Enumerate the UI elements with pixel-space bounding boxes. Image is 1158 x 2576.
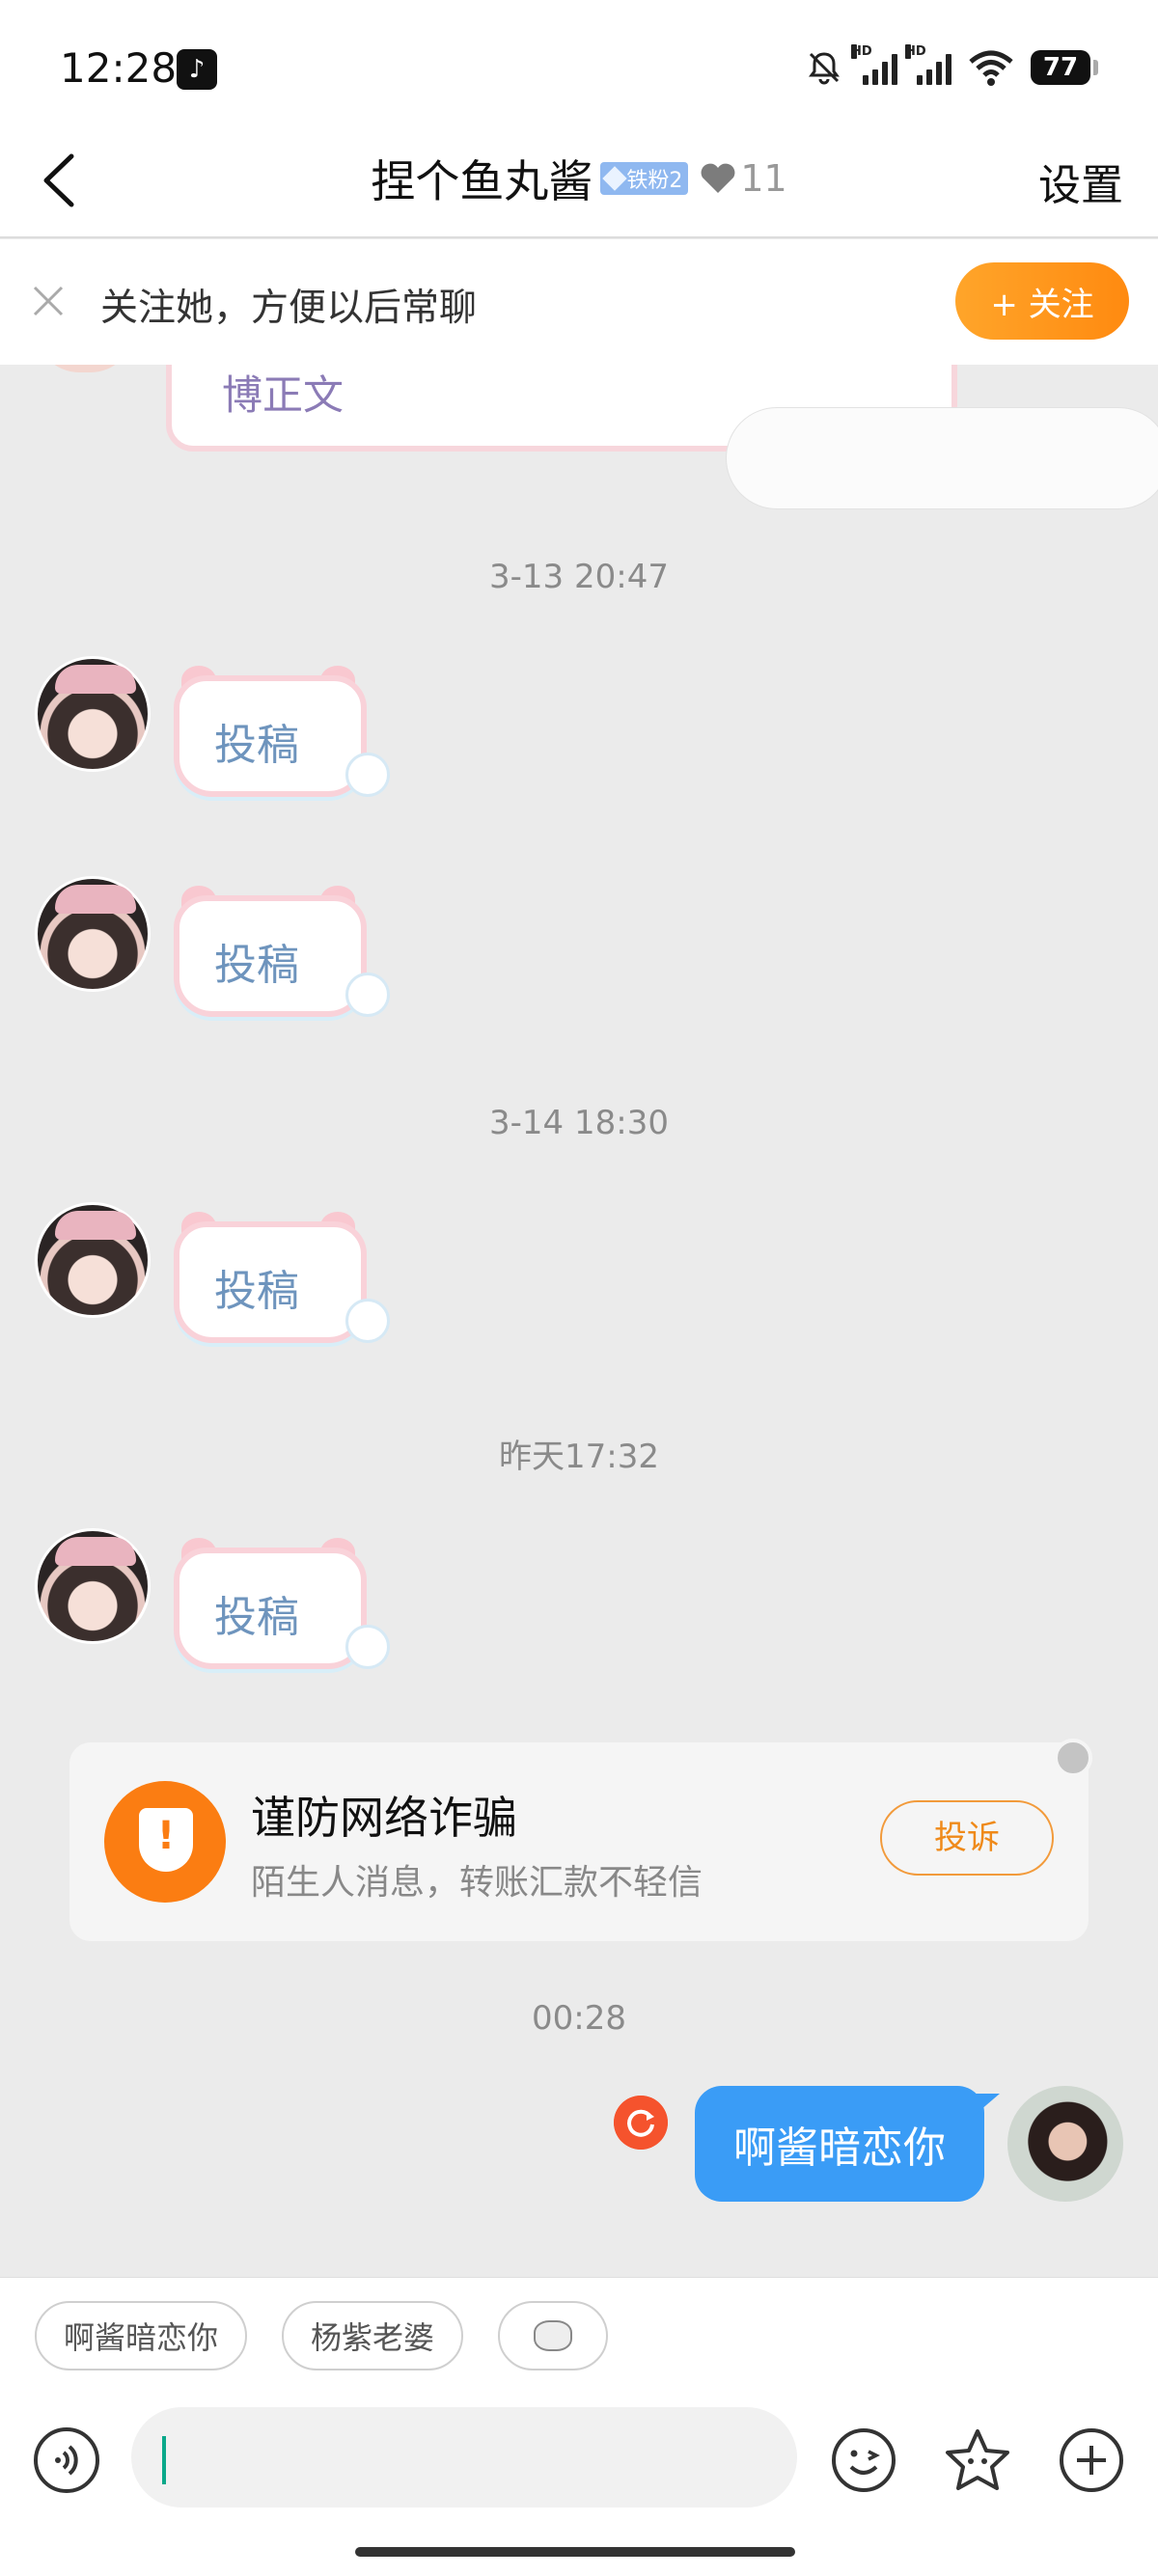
- sticker-text: 投稿: [214, 721, 299, 770]
- diamond-icon: [602, 166, 628, 191]
- signal-icon-2: HD: [905, 44, 951, 85]
- input-row: [0, 2407, 1158, 2513]
- timestamp: 00:28: [532, 1999, 626, 2038]
- status-bar: 12:28 ♪ HD HD 77: [0, 0, 1158, 125]
- close-icon[interactable]: [1054, 1739, 1092, 1777]
- resend-icon[interactable]: [614, 2096, 668, 2150]
- follow-banner: 关注她，方便以后常聊 + 关注: [0, 239, 1158, 365]
- chick-icon: [345, 973, 390, 1017]
- timestamp: 3-14 18:30: [489, 1104, 669, 1142]
- status-time: 12:28: [60, 44, 178, 92]
- sticker-message[interactable]: 投稿: [168, 882, 398, 1027]
- warning-title: 谨防网络诈骗: [251, 1792, 517, 1844]
- avatar[interactable]: [35, 656, 151, 772]
- sticker-text: 投稿: [214, 1267, 299, 1316]
- message-row: 投稿: [35, 876, 614, 1030]
- quick-reply-chip[interactable]: 啊酱暗恋你: [35, 2301, 248, 2370]
- avatar[interactable]: [35, 1202, 151, 1318]
- bell-muted-icon: [809, 52, 840, 85]
- follow-banner-text: 关注她，方便以后常聊: [100, 287, 478, 330]
- fan-badge: 铁粉2: [600, 162, 689, 195]
- timestamp: 昨天17:32: [499, 1438, 659, 1476]
- battery-icon: 77: [1031, 50, 1098, 85]
- signal-icon: HD: [851, 44, 897, 85]
- home-indicator[interactable]: [355, 2547, 795, 2557]
- avatar[interactable]: [37, 365, 133, 372]
- message-row: 投稿: [35, 656, 614, 810]
- sticker-text: 投稿: [214, 1593, 299, 1642]
- my-avatar[interactable]: [1007, 2086, 1123, 2202]
- intimacy-level: 11: [700, 157, 787, 200]
- message-row: 投稿: [35, 1528, 614, 1683]
- status-icons: HD HD 77: [805, 44, 1098, 89]
- chat-messages[interactable]: 博正文 3-13 20:47 投稿 投稿 3-14 18:30 投稿 昨天17:…: [0, 365, 1158, 2277]
- sticker-message[interactable]: 投稿: [168, 1534, 398, 1679]
- chick-icon: [345, 1299, 390, 1343]
- message-text: 博正文: [222, 371, 345, 419]
- sticker-message[interactable]: 投稿: [168, 1208, 398, 1353]
- timestamp: 3-13 20:47: [489, 558, 669, 596]
- voice-icon[interactable]: [33, 2426, 100, 2494]
- report-button[interactable]: 投诉: [880, 1800, 1054, 1876]
- shield-alert-icon: [104, 1781, 226, 1903]
- avatar[interactable]: [35, 1528, 151, 1644]
- emoji-icon[interactable]: [830, 2426, 897, 2494]
- message-input[interactable]: [131, 2407, 797, 2507]
- sticker-star-icon[interactable]: [944, 2426, 1011, 2494]
- header-title-group: 捏个鱼丸酱 铁粉2 11: [0, 147, 1158, 210]
- composer: 啊酱暗恋你 杨紫老婆: [0, 2277, 1158, 2576]
- fan-badge-label: 铁粉2: [626, 169, 683, 193]
- intimacy-level-value: 11: [740, 157, 787, 200]
- page-title: 捏个鱼丸酱: [371, 155, 593, 207]
- quick-replies: 啊酱暗恋你 杨紫老婆: [35, 2301, 609, 2370]
- close-icon[interactable]: [27, 280, 69, 322]
- fraud-warning-card: 谨防网络诈骗 陌生人消息，转账汇款不轻信 投诉: [69, 1739, 1092, 1941]
- chick-icon: [345, 753, 390, 797]
- plus-icon[interactable]: [1058, 2426, 1125, 2494]
- heart-icon: [701, 163, 735, 193]
- sheep-icon: [534, 2320, 573, 2351]
- warning-subtitle: 陌生人消息，转账汇款不轻信: [251, 1863, 703, 1903]
- tiktok-icon: ♪: [177, 49, 217, 90]
- chick-icon: [345, 1625, 390, 1669]
- sticker-message[interactable]: 投稿: [168, 662, 398, 807]
- text-cursor: [162, 2436, 166, 2484]
- quick-reply-sticker-chip[interactable]: [498, 2301, 609, 2370]
- quick-reply-chip[interactable]: 杨紫老婆: [282, 2301, 464, 2370]
- avatar[interactable]: [35, 876, 151, 992]
- message-row: 投稿: [35, 1202, 614, 1357]
- chat-header: 捏个鱼丸酱 铁粉2 11 设置: [0, 125, 1158, 238]
- wifi-icon: [969, 50, 1013, 86]
- sticker-text: 投稿: [214, 941, 299, 990]
- follow-button[interactable]: + 关注: [955, 262, 1129, 340]
- popup-overlay: [726, 407, 1158, 509]
- settings-button[interactable]: 设置: [1038, 151, 1123, 212]
- my-message-bubble[interactable]: 啊酱暗恋你: [695, 2086, 1000, 2202]
